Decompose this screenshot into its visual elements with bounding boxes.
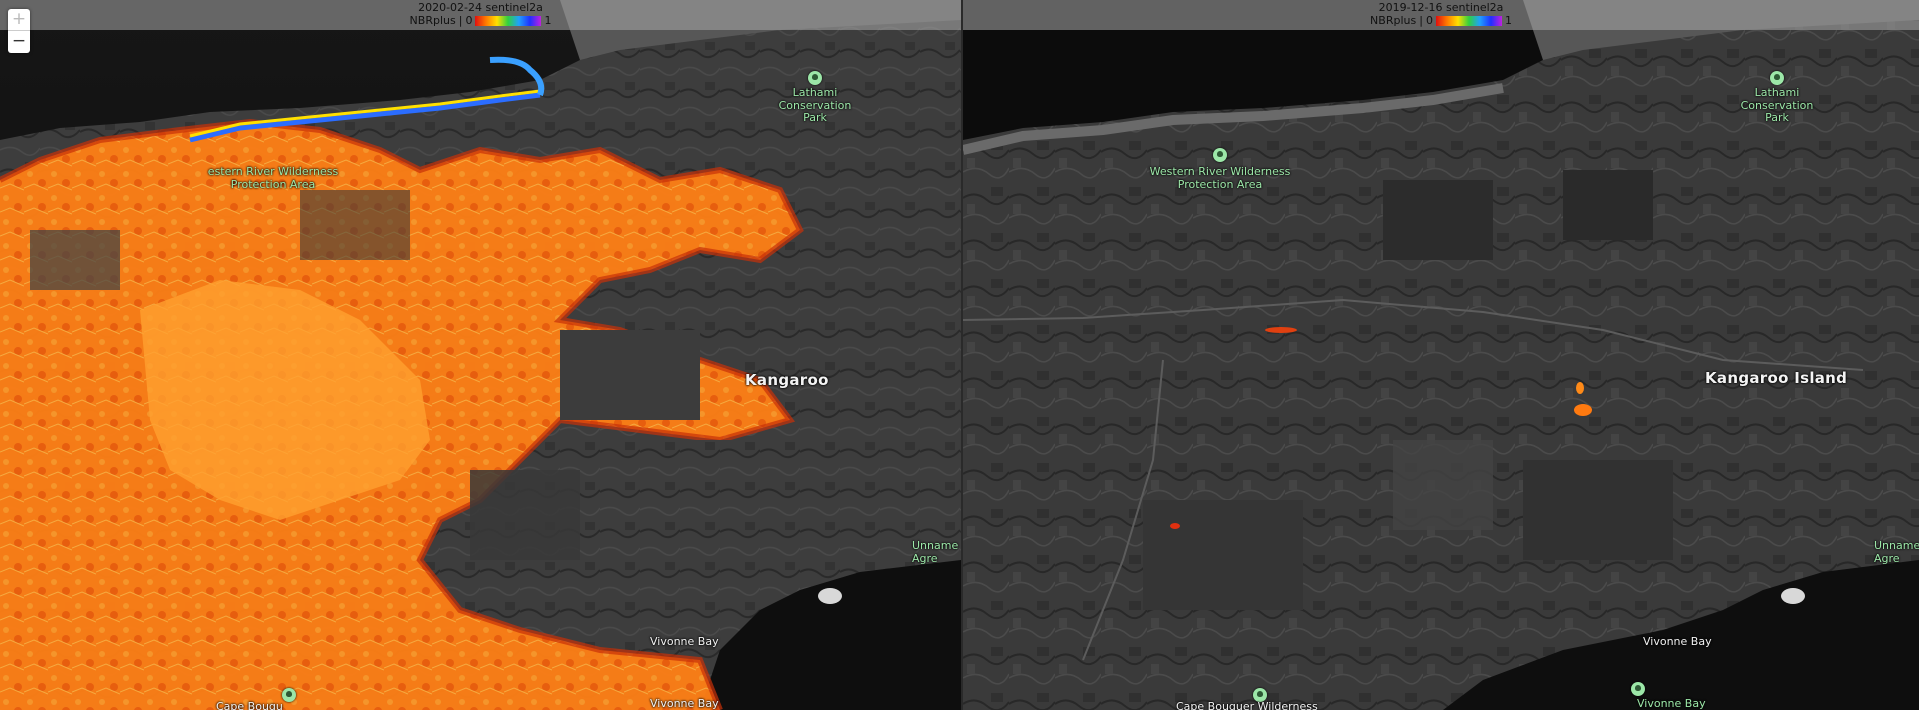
legend-min: 0 [1425, 14, 1433, 27]
zoom-out-button[interactable]: − [8, 31, 30, 53]
label-vivonne-bay-lower[interactable]: Vivonne Bay [1637, 697, 1706, 710]
label-cape-bouguer[interactable]: Cape Bouguer Wilderness [1176, 700, 1318, 710]
label-line: Unname [912, 539, 959, 552]
label-line: Agre [1874, 551, 1900, 565]
label-western-river[interactable]: estern River Wilderness Protection Area [198, 165, 348, 191]
legend-index-name: NBRplus [409, 14, 456, 27]
burn-spot [1576, 382, 1584, 394]
label-line: Agre [912, 551, 938, 565]
left-map-panel[interactable]: 2020-02-24 sentinel2a NBRplus | 0 1 + − … [0, 0, 961, 710]
label-line: Park [1765, 111, 1789, 124]
burn-spot [1170, 523, 1180, 529]
unburnt-patch [300, 190, 410, 260]
zoom-in-button[interactable]: + [8, 9, 30, 31]
left-map-date: 2020-02-24 [418, 1, 483, 14]
right-map-sensor: sentinel2a [1446, 1, 1504, 14]
field-block [1393, 440, 1493, 530]
left-map-title: 2020-02-24 sentinel2a [0, 2, 961, 14]
unburnt-patch [560, 330, 700, 420]
legend-color-ramp [475, 16, 542, 26]
unburnt-patch [620, 440, 790, 580]
burn-spot [1574, 404, 1592, 416]
field-block [1523, 460, 1673, 560]
label-vivonne-bay-lower[interactable]: Vivonne Bay [650, 697, 719, 710]
label-line: Protection Area [230, 177, 316, 191]
label-kangaroo-island[interactable]: Kangaroo [745, 373, 829, 387]
label-lathami-park[interactable]: Lathami Conservation Park [772, 86, 858, 125]
left-map-header: 2020-02-24 sentinel2a NBRplus | 0 1 [0, 0, 961, 30]
right-map-date: 2019-12-16 [1378, 1, 1443, 14]
legend-separator: | [1419, 14, 1423, 27]
field-block [1143, 500, 1303, 610]
label-unnamed[interactable]: Unname Agre [1874, 539, 1919, 565]
label-line: Western River Wilderness [1149, 165, 1291, 178]
right-map-panel[interactable]: 2019-12-16 sentinel2a NBRplus | 0 1 Lath… [963, 0, 1919, 710]
label-unnamed[interactable]: Unname Agre [912, 539, 959, 565]
left-map-legend: NBRplus | 0 1 [0, 15, 961, 27]
left-map-sensor: sentinel2a [485, 1, 543, 14]
field-block [1383, 180, 1493, 260]
park-icon [1631, 682, 1645, 696]
park-icon [808, 71, 822, 85]
label-line: estern River Wilderness [207, 165, 339, 178]
park-icon [1770, 71, 1784, 85]
park-icon [1213, 148, 1227, 162]
burn-spot [1265, 327, 1297, 333]
legend-index-name: NBRplus [1370, 14, 1417, 27]
label-vivonne-bay[interactable]: Vivonne Bay [1643, 635, 1712, 649]
legend-color-ramp [1435, 16, 1502, 26]
zoom-control: + − [8, 9, 30, 53]
park-icon [282, 688, 296, 702]
legend-separator: | [458, 14, 463, 27]
right-map-legend: NBRplus | 0 1 [963, 15, 1919, 27]
label-cape-bouguer[interactable]: Cape Bougu [216, 700, 283, 710]
bay-surf [1781, 588, 1805, 604]
field-block [1563, 170, 1653, 240]
legend-max: 1 [1504, 14, 1512, 27]
label-vivonne-bay[interactable]: Vivonne Bay [650, 635, 719, 649]
unburnt-patch [470, 470, 580, 560]
label-line: Lathami [792, 86, 838, 99]
label-line: Unname [1874, 539, 1919, 552]
label-line: Protection Area [1177, 177, 1263, 191]
legend-min: 0 [465, 14, 473, 27]
label-line: Park [803, 111, 827, 124]
bay-surf [818, 588, 842, 604]
label-kangaroo-island[interactable]: Kangaroo Island [1705, 371, 1847, 385]
label-western-river[interactable]: Western River Wilderness Protection Area [1135, 165, 1305, 191]
unburnt-patch [30, 230, 120, 290]
label-line: Lathami [1754, 86, 1800, 99]
right-map-title: 2019-12-16 sentinel2a [963, 2, 1919, 14]
right-map-header: 2019-12-16 sentinel2a NBRplus | 0 1 [963, 0, 1919, 30]
legend-max: 1 [544, 14, 552, 27]
label-lathami-park[interactable]: Lathami Conservation Park [1734, 86, 1820, 125]
